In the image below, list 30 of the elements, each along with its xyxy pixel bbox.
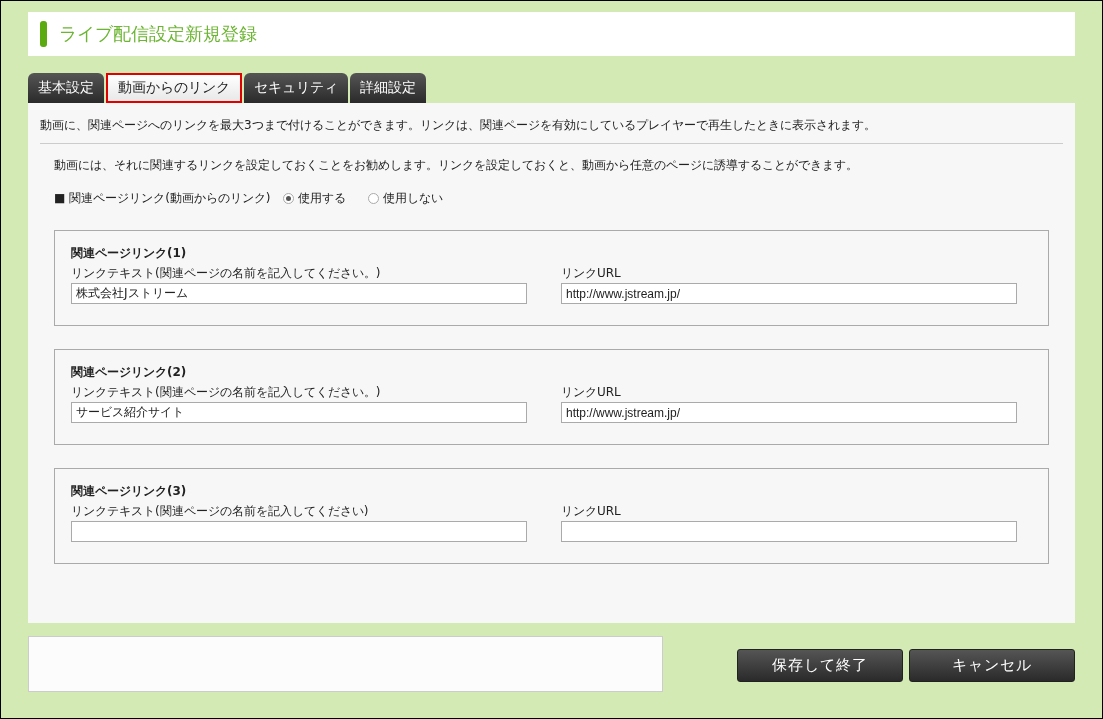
page-title: ライブ配信設定新規登録 bbox=[59, 22, 257, 46]
radio-label[interactable]: 使用する bbox=[297, 190, 346, 207]
accent-bar bbox=[40, 21, 47, 47]
input-field[interactable]: http://www.jstream.jp/ bbox=[561, 402, 1017, 423]
section-heading: 関連ページリンク(1) bbox=[71, 245, 188, 262]
field-label: リンクURL bbox=[561, 384, 622, 401]
input-field[interactable] bbox=[71, 521, 527, 542]
tab[interactable]: 動画からのリンク bbox=[106, 73, 242, 103]
tab[interactable]: セキュリティ bbox=[244, 73, 348, 103]
input-field[interactable]: サービス紹介サイト bbox=[71, 402, 527, 423]
tab[interactable]: 詳細設定 bbox=[350, 73, 426, 103]
field-label: リンクテキスト(関連ページの名前を記入してください。) bbox=[71, 265, 382, 282]
field-label: リンクテキスト(関連ページの名前を記入してください。) bbox=[71, 384, 382, 401]
field-label: リンクテキスト(関連ページの名前を記入してください) bbox=[71, 503, 370, 520]
field-label: リンクURL bbox=[561, 265, 622, 282]
radio-button[interactable] bbox=[282, 193, 294, 204]
radio-button[interactable] bbox=[367, 193, 379, 204]
field-label: リンクURL bbox=[561, 503, 622, 520]
action-button[interactable]: キャンセル bbox=[909, 649, 1075, 682]
input-field[interactable]: 株式会社Jストリーム bbox=[71, 283, 527, 304]
tab[interactable]: 基本設定 bbox=[28, 73, 104, 103]
note-text: 動画には、それに関連するリンクを設定しておくことをお勧めします。リンクを設定しておくと、動画から任意のページに誘導することができます。 bbox=[54, 157, 859, 174]
input-field[interactable]: http://www.jstream.jp/ bbox=[561, 283, 1017, 304]
section-heading: 関連ページリンク(3) bbox=[71, 483, 188, 500]
setting-label: ■ 関連ページリンク(動画からのリンク) bbox=[54, 190, 271, 207]
input-field[interactable] bbox=[561, 521, 1017, 542]
radio-label[interactable]: 使用しない bbox=[382, 190, 443, 207]
action-button[interactable]: 保存して終了 bbox=[737, 649, 903, 682]
intro-text: 動画に、関連ページへのリンクを最大3つまで付けることができます。リンクは、関連ページを有効にしているプレイヤーで再生したときに表示されます。 bbox=[40, 117, 1063, 144]
section-heading: 関連ページリンク(2) bbox=[71, 364, 188, 381]
